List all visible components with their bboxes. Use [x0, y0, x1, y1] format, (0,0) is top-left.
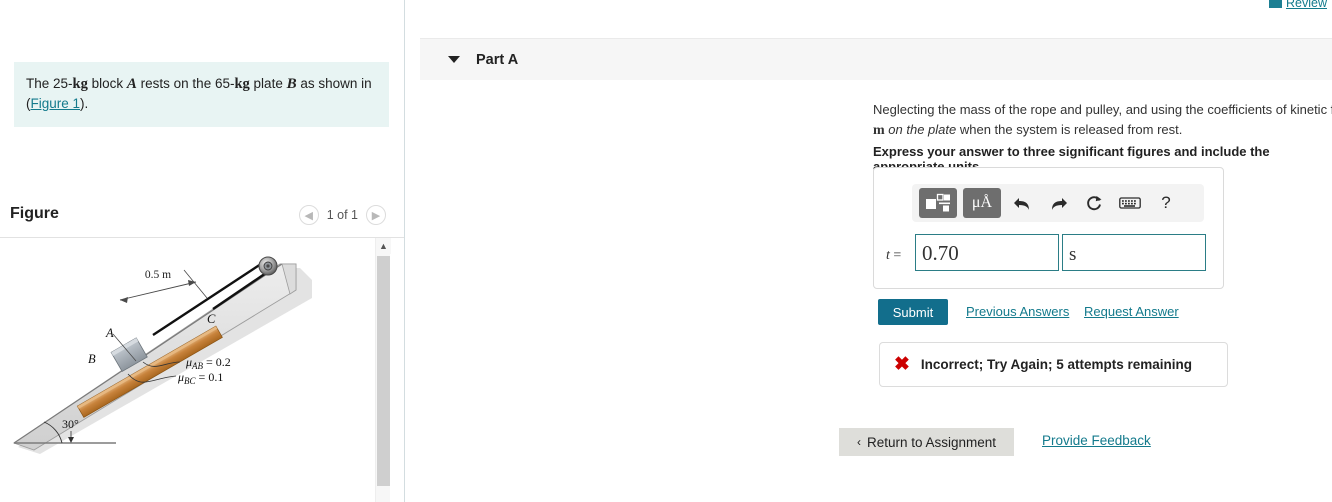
math-template-icon[interactable] [919, 188, 957, 218]
return-label: Return to Assignment [866, 434, 997, 450]
answer-entry-box: μÅ ? t = 0.70 s [873, 167, 1224, 289]
mass-a-value: 25- [53, 76, 73, 91]
figure-scroll-area: 0.5 m A B C μAB = 0.2 μBC = 0.1 30° [0, 238, 404, 502]
part-a-header[interactable]: Part A [420, 38, 1332, 80]
help-icon[interactable]: ? [1151, 188, 1181, 218]
question-panel: Review Part A Neglecting the mass of the… [406, 0, 1332, 502]
undo-icon[interactable] [1007, 188, 1037, 218]
physics-diagram: 0.5 m A B C μAB = 0.2 μBC = 0.1 30° [13, 256, 312, 454]
review-label: Review [1286, 0, 1327, 10]
chevron-right-icon[interactable]: ▶ [366, 205, 386, 225]
question-emphasis: on the plate [884, 122, 957, 137]
question-text-3: when the system is released from rest. [956, 122, 1183, 137]
request-answer-link[interactable]: Request Answer [1084, 304, 1179, 319]
chevron-left-icon: ‹ [856, 435, 861, 449]
part-a-title: Part A [476, 51, 519, 68]
mass-b-unit: kg [234, 76, 250, 92]
svg-text:B: B [88, 352, 96, 366]
answer-variable-label: t = [886, 248, 901, 264]
keyboard-icon[interactable] [1115, 188, 1145, 218]
svg-text:μBC = 0.1: μBC = 0.1 [177, 370, 223, 386]
question-body: Neglecting the mass of the rope and pull… [873, 100, 1332, 141]
math-toolbar: μÅ ? [912, 184, 1204, 222]
figure-1-link[interactable]: Figure 1 [31, 96, 81, 111]
submit-button[interactable]: Submit [878, 299, 948, 325]
svg-text:C: C [207, 312, 216, 326]
review-link[interactable]: Review [1269, 0, 1327, 10]
units-icon[interactable]: μÅ [963, 188, 1001, 218]
return-to-assignment-button[interactable]: ‹ Return to Assignment [839, 428, 1014, 456]
question-distance-unit: m [873, 123, 885, 138]
previous-answers-link[interactable]: Previous Answers [966, 304, 1069, 319]
redo-icon[interactable] [1043, 188, 1073, 218]
chevron-up-icon[interactable]: ▲ [376, 238, 391, 254]
problem-statement: The 25-kg block A rests on the 65-kg pla… [14, 62, 389, 127]
chevron-left-icon[interactable]: ◀ [298, 205, 319, 225]
units-label: μÅ [971, 194, 993, 211]
answer-units-input[interactable] [1062, 234, 1206, 271]
figure-header: Figure ◀ 1 of 1 ▶ [0, 198, 404, 238]
problem-text-4: plate [249, 76, 287, 91]
provide-feedback-link[interactable]: Provide Feedback [1042, 433, 1151, 448]
svg-text:μAB = 0.2: μAB = 0.2 [185, 355, 231, 371]
equals-sign: = [889, 248, 902, 263]
svg-text:0.5 m: 0.5 m [145, 269, 171, 281]
answer-value-input[interactable] [915, 234, 1059, 271]
x-mark-icon: ✖ [894, 354, 910, 375]
mass-b-value: 65- [214, 76, 235, 91]
problem-text-2: block [87, 76, 127, 91]
figure-scrollbar[interactable]: ▲ [375, 238, 391, 502]
feedback-box: ✖ Incorrect; Try Again; 5 attempts remai… [879, 342, 1228, 387]
figure-title: Figure [10, 205, 59, 222]
block-a-label: A [126, 76, 137, 92]
svg-text:A: A [105, 326, 114, 340]
problem-text-3: rests on the [136, 76, 215, 91]
review-icon [1269, 0, 1282, 8]
feedback-message: Incorrect; Try Again; 5 attempts remaini… [920, 357, 1192, 372]
caret-down-icon[interactable] [448, 56, 460, 63]
svg-text:30°: 30° [62, 417, 79, 431]
figure-nav: ◀ 1 of 1 ▶ [298, 205, 386, 225]
help-label: ? [1161, 193, 1171, 212]
scrollbar-thumb[interactable] [377, 256, 390, 486]
mass-a-unit: kg [72, 76, 88, 92]
plate-b-label: B [286, 76, 297, 92]
problem-text-5: as shown in [296, 76, 372, 91]
close-paren: ). [80, 96, 89, 111]
reset-icon[interactable] [1079, 188, 1109, 218]
problem-page: The 25-kg block A rests on the 65-kg pla… [0, 0, 1332, 502]
question-text-1: Neglecting the mass of the rope and pull… [873, 102, 1332, 117]
problem-text-1: The [26, 76, 54, 91]
figure-panel: The 25-kg block A rests on the 65-kg pla… [0, 0, 405, 502]
figure-count: 1 of 1 [326, 208, 358, 222]
